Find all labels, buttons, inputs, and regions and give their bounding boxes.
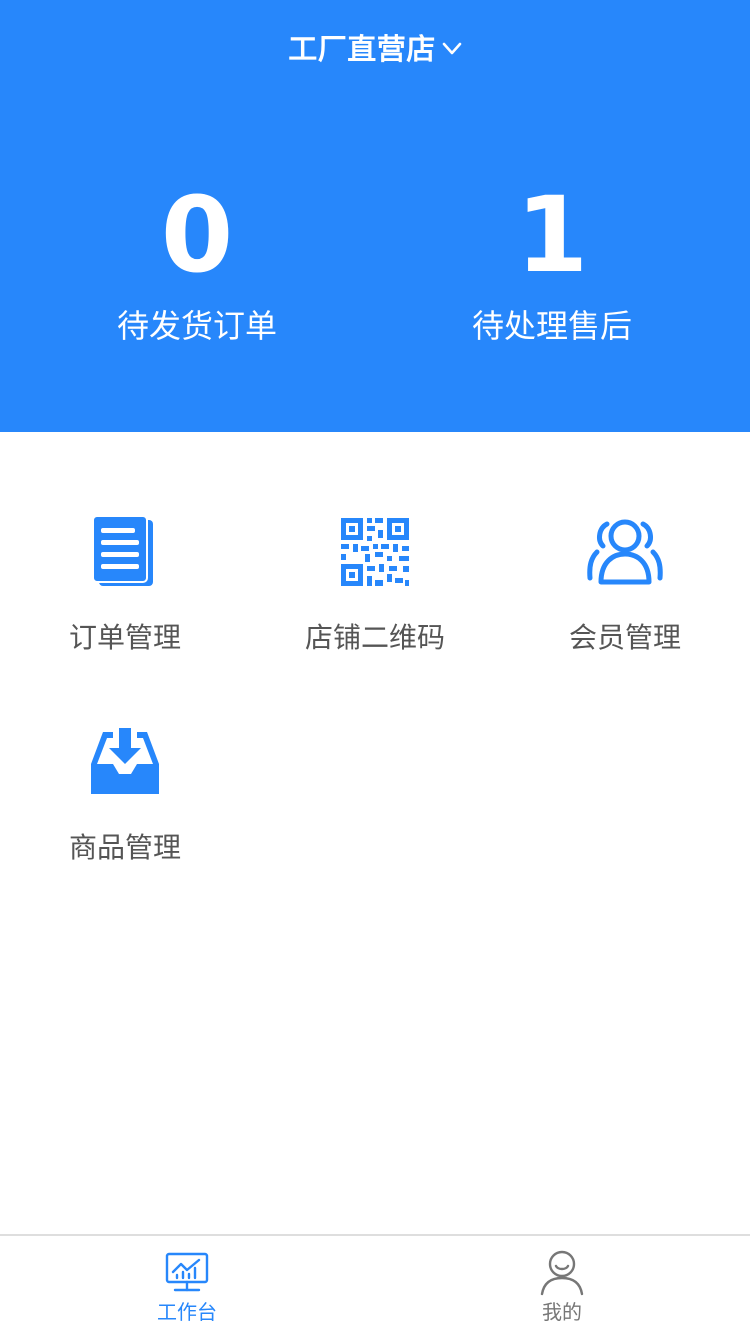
users-icon [587, 519, 663, 585]
qr-code-icon [341, 518, 409, 586]
grid-item-product-management[interactable]: 商品管理 [0, 724, 250, 866]
grid-item-label: 订单管理 [68, 621, 181, 654]
tab-label: 工作台 [157, 1300, 217, 1324]
tab-label: 我的 [542, 1300, 582, 1324]
grid-item-store-qrcode[interactable]: 店铺二维码 [250, 514, 500, 656]
tab-workbench[interactable]: 工作台 [112, 1248, 262, 1324]
stat-label: 待处理售后 [471, 307, 632, 345]
dashboard-chart-icon [165, 1252, 209, 1292]
stat-value: 0 [160, 174, 234, 296]
stat-pending-shipment[interactable]: 0 待发货订单 [67, 180, 327, 346]
bottom-tab-bar: 工作台 我的 [0, 1234, 750, 1334]
inbox-download-icon [91, 728, 159, 794]
grid-item-label: 会员管理 [568, 621, 681, 654]
user-profile-icon [540, 1250, 584, 1296]
grid-item-order-management[interactable]: 订单管理 [0, 514, 250, 656]
stat-value: 1 [515, 174, 589, 296]
grid-item-label: 店铺二维码 [304, 621, 445, 654]
app-root: 工厂直营店 0 待发货订单 1 待处理售后 订单管理 店铺二维码 会员管理 商品… [0, 0, 750, 1334]
stat-label: 待发货订单 [116, 307, 277, 345]
store-selector[interactable]: 工厂直营店 [0, 26, 750, 68]
stat-pending-aftersale[interactable]: 1 待处理售后 [422, 180, 682, 346]
store-name: 工厂直营店 [288, 32, 436, 66]
tab-mine[interactable]: 我的 [487, 1248, 637, 1324]
grid-item-member-management[interactable]: 会员管理 [500, 514, 750, 656]
header-panel: 工厂直营店 0 待发货订单 1 待处理售后 [0, 0, 750, 432]
document-list-icon [92, 515, 153, 586]
chevron-down-icon [442, 42, 462, 55]
grid-item-label: 商品管理 [68, 831, 181, 864]
